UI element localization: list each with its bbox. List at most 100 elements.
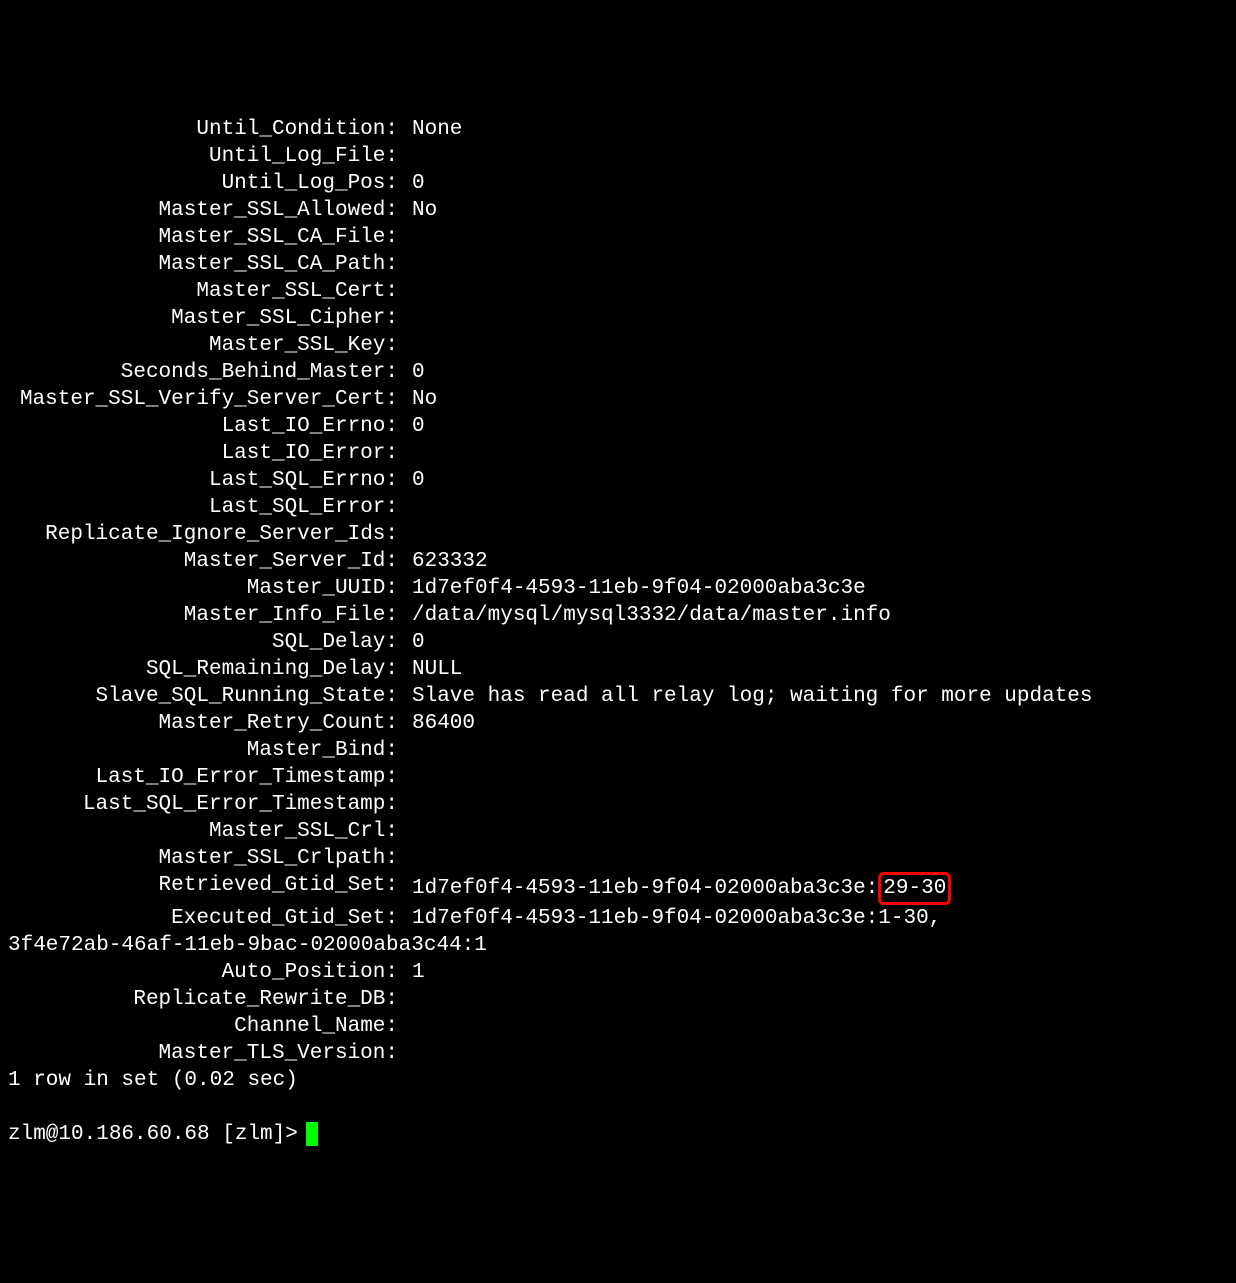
row-label: Master_SSL_Key: <box>8 332 398 359</box>
status-row: Last_SQL_Error: <box>8 494 1228 521</box>
status-row: Seconds_Behind_Master:0 <box>8 359 1228 386</box>
row-value <box>398 1013 412 1040</box>
row-value: 0 <box>398 629 425 656</box>
status-row: Last_IO_Error: <box>8 440 1228 467</box>
row-label: Channel_Name: <box>8 1013 398 1040</box>
row-value: 1d7ef0f4-4593-11eb-9f04-02000aba3c3e:29-… <box>398 872 951 905</box>
row-label: Master_SSL_Cert: <box>8 278 398 305</box>
terminal-output: Until_Condition:NoneUntil_Log_File:Until… <box>8 116 1228 1148</box>
status-row: Replicate_Rewrite_DB: <box>8 986 1228 1013</box>
row-value <box>398 791 412 818</box>
row-label: Last_IO_Errno: <box>8 413 398 440</box>
row-value <box>398 764 412 791</box>
row-value <box>398 737 412 764</box>
row-value: /data/mysql/mysql3332/data/master.info <box>398 602 891 629</box>
row-label: Master_SSL_Allowed: <box>8 197 398 224</box>
status-row: Last_IO_Error_Timestamp: <box>8 764 1228 791</box>
row-value: 623332 <box>398 548 488 575</box>
row-value: 1 <box>398 959 425 986</box>
row-label: Last_SQL_Error_Timestamp: <box>8 791 398 818</box>
row-label: Master_Bind: <box>8 737 398 764</box>
row-value <box>398 440 412 467</box>
row-value <box>398 845 412 872</box>
row-value <box>398 521 412 548</box>
row-label: Master_SSL_Cipher: <box>8 305 398 332</box>
gtid-continuation: 3f4e72ab-46af-11eb-9bac-02000aba3c44:1 <box>8 932 1228 959</box>
row-label: Retrieved_Gtid_Set: <box>8 872 398 905</box>
row-label: Until_Condition: <box>8 116 398 143</box>
row-label: Auto_Position: <box>8 959 398 986</box>
gtid-highlight: 29-30 <box>878 872 951 905</box>
row-label: Executed_Gtid_Set: <box>8 905 398 932</box>
row-label: Seconds_Behind_Master: <box>8 359 398 386</box>
row-value <box>398 224 412 251</box>
row-label: Until_Log_File: <box>8 143 398 170</box>
status-row: Master_SSL_CA_Path: <box>8 251 1228 278</box>
row-label: Master_SSL_CA_Path: <box>8 251 398 278</box>
result-summary: 1 row in set (0.02 sec) <box>8 1067 1228 1094</box>
row-value: 0 <box>398 170 425 197</box>
row-value: NULL <box>398 656 462 683</box>
row-value: 0 <box>398 467 425 494</box>
row-value: 86400 <box>398 710 475 737</box>
status-row: Replicate_Ignore_Server_Ids: <box>8 521 1228 548</box>
status-row: SQL_Remaining_Delay:NULL <box>8 656 1228 683</box>
row-value: No <box>398 386 437 413</box>
shell-prompt-line[interactable]: zlm@10.186.60.68 [zlm]> <box>8 1121 1228 1148</box>
row-label: Last_IO_Error: <box>8 440 398 467</box>
row-label: Last_SQL_Error: <box>8 494 398 521</box>
row-label: Slave_SQL_Running_State: <box>8 683 398 710</box>
row-label: SQL_Delay: <box>8 629 398 656</box>
status-row: Until_Log_Pos:0 <box>8 170 1228 197</box>
status-row: Auto_Position:1 <box>8 959 1228 986</box>
row-value: 1d7ef0f4-4593-11eb-9f04-02000aba3c3e <box>398 575 866 602</box>
status-row: Master_TLS_Version: <box>8 1040 1228 1067</box>
row-label: Master_Server_Id: <box>8 548 398 575</box>
status-row: Until_Condition:None <box>8 116 1228 143</box>
row-value <box>398 332 412 359</box>
row-label: Until_Log_Pos: <box>8 170 398 197</box>
status-row: Master_SSL_Cert: <box>8 278 1228 305</box>
row-label: SQL_Remaining_Delay: <box>8 656 398 683</box>
row-value <box>398 143 412 170</box>
status-row: Until_Log_File: <box>8 143 1228 170</box>
status-row: SQL_Delay:0 <box>8 629 1228 656</box>
row-value <box>398 494 412 521</box>
shell-prompt: zlm@10.186.60.68 [zlm]> <box>8 1123 298 1146</box>
status-row: Master_SSL_CA_File: <box>8 224 1228 251</box>
status-row: Master_SSL_Allowed:No <box>8 197 1228 224</box>
row-value <box>398 251 412 278</box>
row-label: Master_SSL_Verify_Server_Cert: <box>8 386 398 413</box>
row-label: Last_SQL_Errno: <box>8 467 398 494</box>
row-label: Replicate_Ignore_Server_Ids: <box>8 521 398 548</box>
row-label: Last_IO_Error_Timestamp: <box>8 764 398 791</box>
row-value <box>398 1040 412 1067</box>
row-label: Master_Info_File: <box>8 602 398 629</box>
status-row: Executed_Gtid_Set:1d7ef0f4-4593-11eb-9f0… <box>8 905 1228 932</box>
row-value <box>398 278 412 305</box>
status-row: Master_SSL_Cipher: <box>8 305 1228 332</box>
row-value: 1d7ef0f4-4593-11eb-9f04-02000aba3c3e:1-3… <box>398 905 941 932</box>
status-row: Slave_SQL_Running_State:Slave has read a… <box>8 683 1228 710</box>
row-value: 0 <box>398 359 425 386</box>
row-value <box>398 986 412 1013</box>
row-value <box>398 305 412 332</box>
status-row: Master_SSL_Key: <box>8 332 1228 359</box>
row-value <box>398 818 412 845</box>
row-label: Master_SSL_Crl: <box>8 818 398 845</box>
status-row: Last_IO_Errno:0 <box>8 413 1228 440</box>
status-row: Retrieved_Gtid_Set:1d7ef0f4-4593-11eb-9f… <box>8 872 1228 905</box>
row-label: Master_SSL_CA_File: <box>8 224 398 251</box>
row-label: Replicate_Rewrite_DB: <box>8 986 398 1013</box>
row-value: None <box>398 116 462 143</box>
status-row: Master_Server_Id:623332 <box>8 548 1228 575</box>
row-label: Master_TLS_Version: <box>8 1040 398 1067</box>
status-row: Master_Retry_Count:86400 <box>8 710 1228 737</box>
row-value: No <box>398 197 437 224</box>
row-label: Master_SSL_Crlpath: <box>8 845 398 872</box>
status-row: Master_SSL_Crlpath: <box>8 845 1228 872</box>
row-label: Master_Retry_Count: <box>8 710 398 737</box>
row-label: Master_UUID: <box>8 575 398 602</box>
status-row: Last_SQL_Error_Timestamp: <box>8 791 1228 818</box>
status-row: Master_UUID:1d7ef0f4-4593-11eb-9f04-0200… <box>8 575 1228 602</box>
